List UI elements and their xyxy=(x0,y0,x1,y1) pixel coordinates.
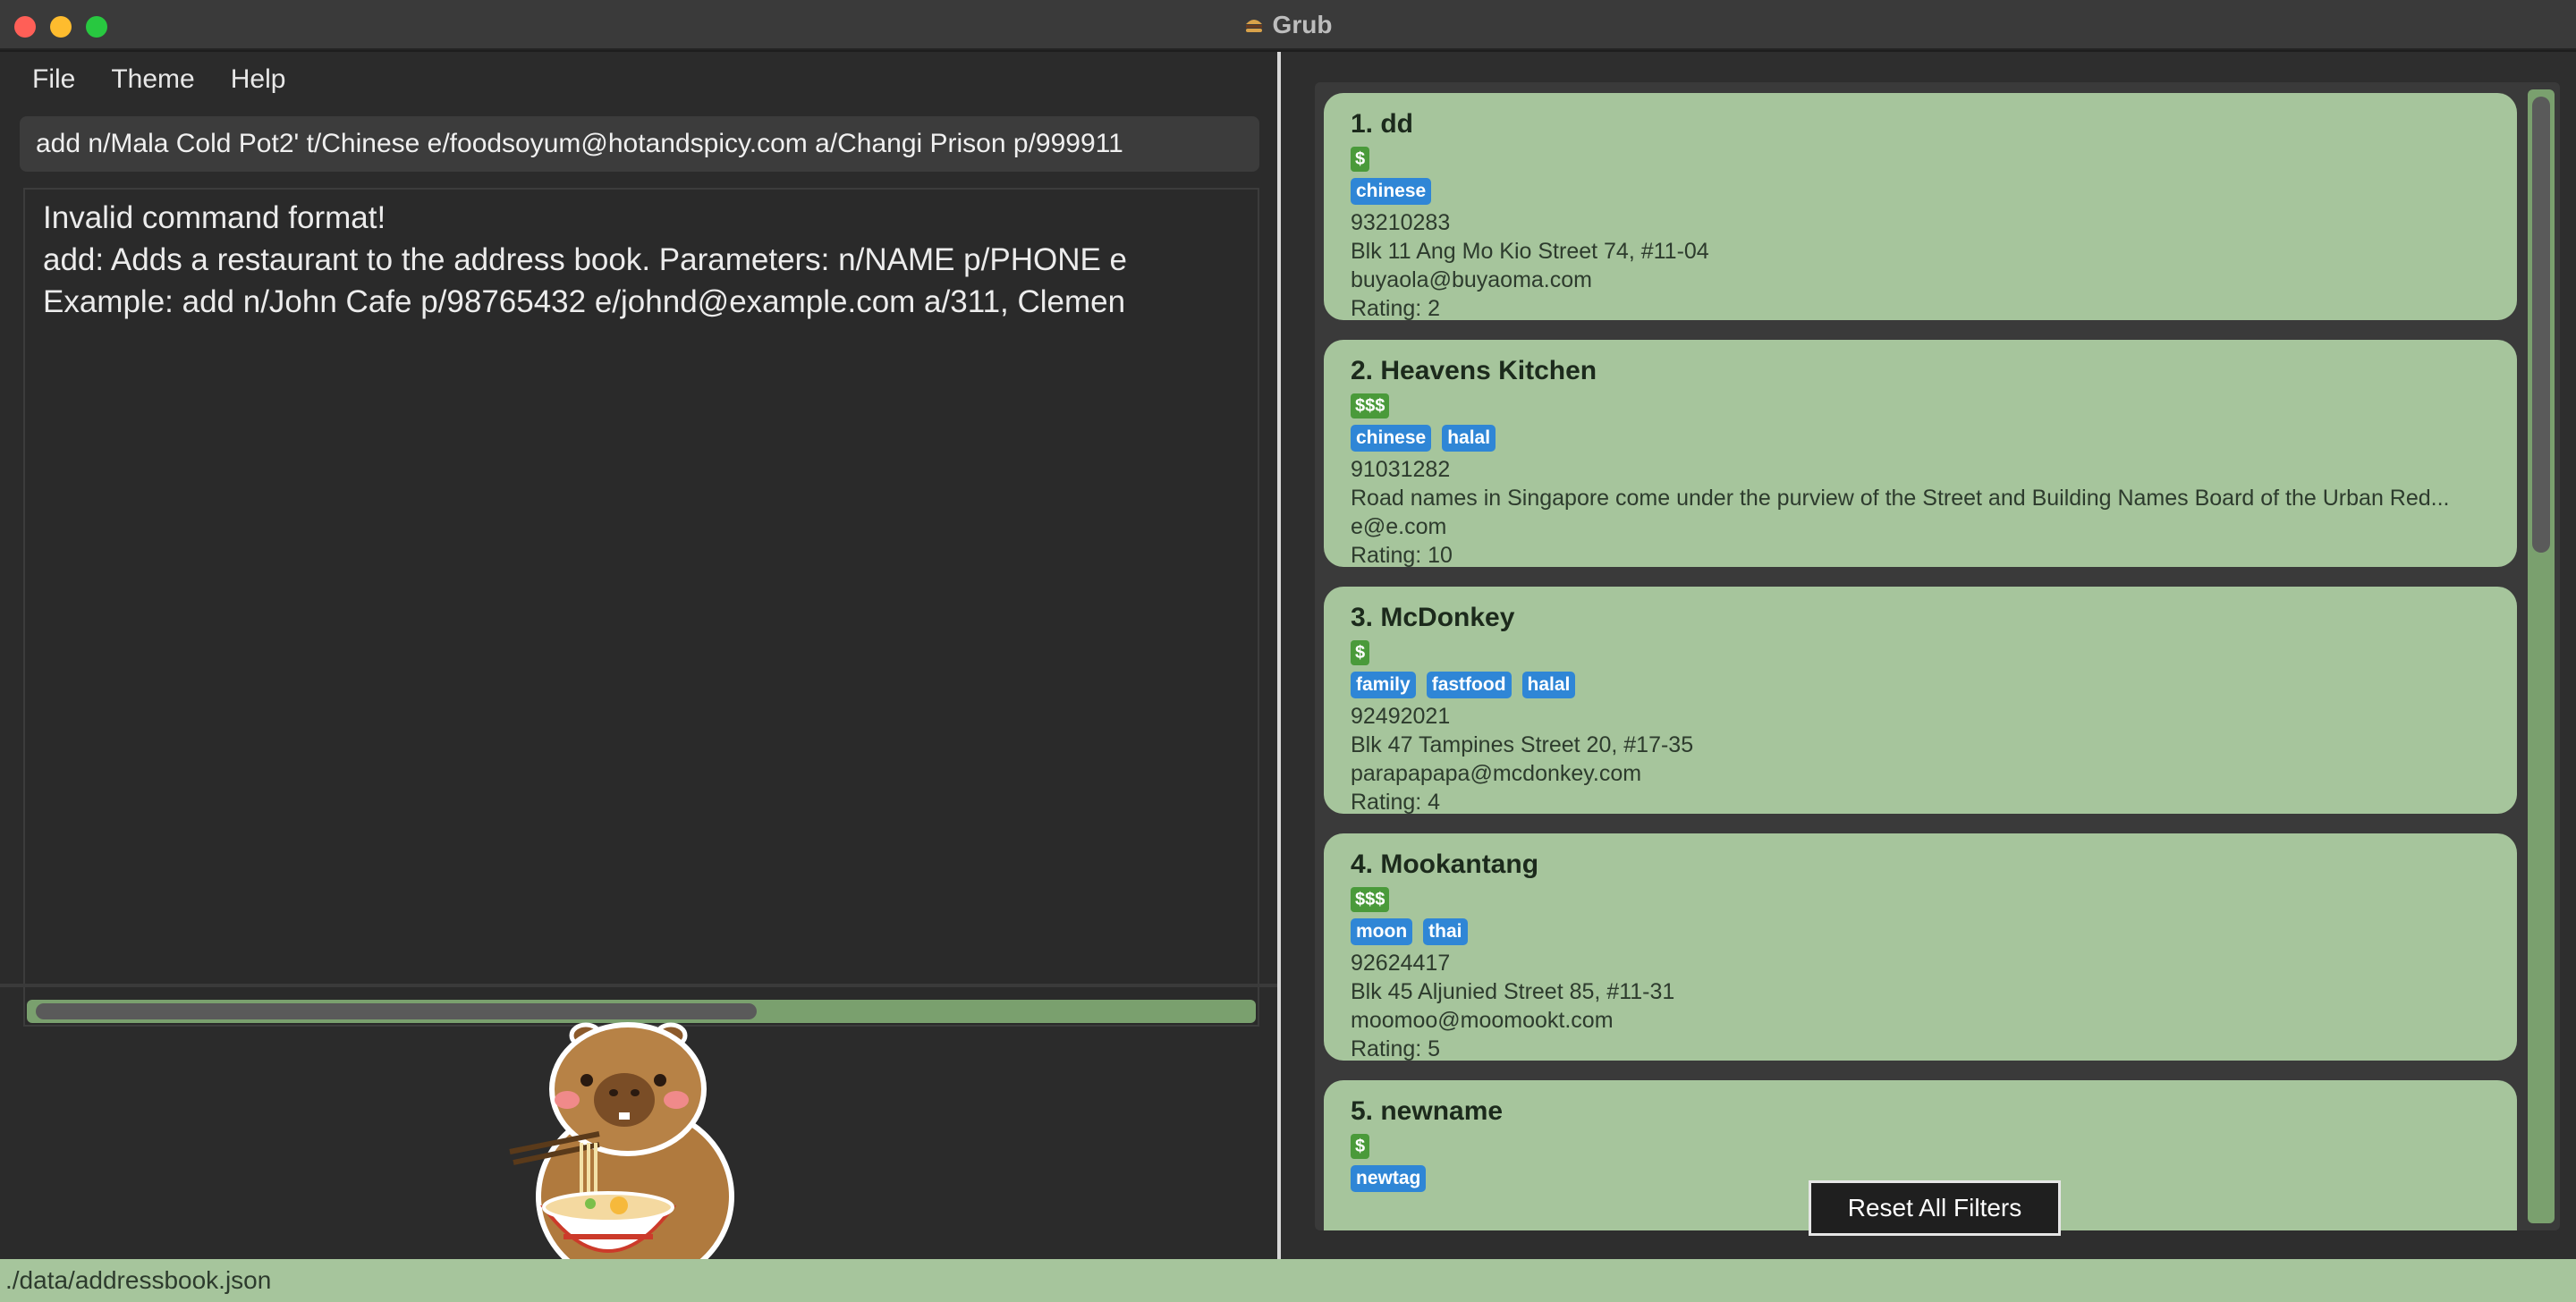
price-badge: $$$ xyxy=(1351,887,1390,912)
restaurant-phone: 92624417 xyxy=(1351,951,1451,976)
result-line: Invalid command format! xyxy=(43,200,386,235)
title-bar: Grub xyxy=(0,0,2576,50)
menu-bar: File Theme Help xyxy=(0,52,1277,107)
restaurant-name: 3. McDonkey xyxy=(1351,603,1515,632)
left-divider xyxy=(0,984,1277,987)
tag-list: moon thai xyxy=(1351,918,2492,945)
restaurant-card[interactable]: 1. dd $ chinese 93210283 Blk 11 Ang Mo K… xyxy=(1324,93,2517,320)
save-path: ./data/addressbook.json xyxy=(5,1266,272,1294)
reset-filters-button[interactable]: Reset All Filters xyxy=(1809,1180,2061,1236)
tag-badge: chinese xyxy=(1351,425,1432,452)
tag-badge: fastfood xyxy=(1426,672,1512,698)
restaurant-email: e@e.com xyxy=(1351,514,1447,539)
restaurant-card[interactable]: 2. Heavens Kitchen $$$ chinese halal 910… xyxy=(1324,340,2517,567)
left-panel: File Theme Help Invalid command format! … xyxy=(0,52,1277,1289)
restaurant-name: 1. dd xyxy=(1351,109,1414,139)
restaurant-rating: Rating: 5 xyxy=(1351,1036,1441,1061)
restaurant-address: Blk 47 Tampines Street 20, #17-35 xyxy=(1351,732,1694,757)
tag-badge: moon xyxy=(1351,918,1413,945)
restaurant-email: parapapapa@mcdonkey.com xyxy=(1351,761,1642,786)
menu-theme[interactable]: Theme xyxy=(98,59,207,100)
menu-file[interactable]: File xyxy=(20,59,88,100)
price-badge: $ xyxy=(1351,640,1370,665)
window-title: Grub xyxy=(1272,11,1333,38)
restaurant-rating: Rating: 10 xyxy=(1351,543,1453,567)
capybara-mascot-icon xyxy=(509,1022,734,1289)
result-line: add: Adds a restaurant to the address bo… xyxy=(43,242,1128,277)
result-display: Invalid command format! add: Adds a rest… xyxy=(23,188,1259,1027)
restaurant-rating: Rating: 2 xyxy=(1351,296,1441,320)
tag-list: chinese halal xyxy=(1351,425,2492,452)
menu-help[interactable]: Help xyxy=(218,59,299,100)
price-badge: $$$ xyxy=(1351,393,1390,418)
result-text: Invalid command format! add: Adds a rest… xyxy=(25,190,1258,323)
window-title-group: Grub xyxy=(0,0,2576,50)
tag-badge: chinese xyxy=(1351,178,1432,205)
restaurant-address: Road names in Singapore come under the p… xyxy=(1351,486,2450,511)
restaurant-phone: 91031282 xyxy=(1351,457,1451,482)
restaurant-address: Blk 11 Ang Mo Kio Street 74, #11-04 xyxy=(1351,239,1709,264)
tag-badge: halal xyxy=(1521,672,1576,698)
restaurant-email: moomoo@moomookt.com xyxy=(1351,1008,1614,1033)
price-badge: $ xyxy=(1351,147,1370,172)
command-box xyxy=(20,116,1259,172)
command-input[interactable] xyxy=(36,129,1259,159)
tag-list: chinese xyxy=(1351,178,2492,205)
result-line: Example: add n/John Cafe p/98765432 e/jo… xyxy=(43,284,1126,319)
tag-badge: family xyxy=(1351,672,1416,698)
status-bar: ./data/addressbook.json xyxy=(0,1259,2576,1302)
restaurant-card[interactable]: 4. Mookantang $$$ moon thai 92624417 Blk… xyxy=(1324,833,2517,1061)
vertical-scrollbar[interactable] xyxy=(2528,89,2555,1223)
restaurant-card[interactable]: 3. McDonkey $ family fastfood halal 9249… xyxy=(1324,587,2517,814)
tag-badge: halal xyxy=(1442,425,1496,452)
vertical-scroll-thumb[interactable] xyxy=(2532,97,2550,553)
restaurant-phone: 92492021 xyxy=(1351,704,1451,729)
right-panel: 1. dd $ chinese 93210283 Blk 11 Ang Mo K… xyxy=(1281,52,2576,1259)
tag-list: family fastfood halal xyxy=(1351,672,2492,698)
restaurant-name: 2. Heavens Kitchen xyxy=(1351,356,1597,385)
restaurant-name: 4. Mookantang xyxy=(1351,850,1539,879)
burger-icon xyxy=(1245,20,1262,32)
restaurant-rating: Rating: 4 xyxy=(1351,790,1441,814)
restaurant-phone: 93210283 xyxy=(1351,210,1451,235)
restaurant-email: buyaola@buyaoma.com xyxy=(1351,267,1592,292)
restaurant-list: 1. dd $ chinese 93210283 Blk 11 Ang Mo K… xyxy=(1315,82,2560,1230)
restaurant-name: 5. newname xyxy=(1351,1096,1504,1126)
tag-badge: newtag xyxy=(1351,1165,1427,1192)
restaurant-address: Blk 45 Aljunied Street 85, #11-31 xyxy=(1351,979,1675,1004)
tag-badge: thai xyxy=(1423,918,1468,945)
price-badge: $ xyxy=(1351,1134,1370,1159)
